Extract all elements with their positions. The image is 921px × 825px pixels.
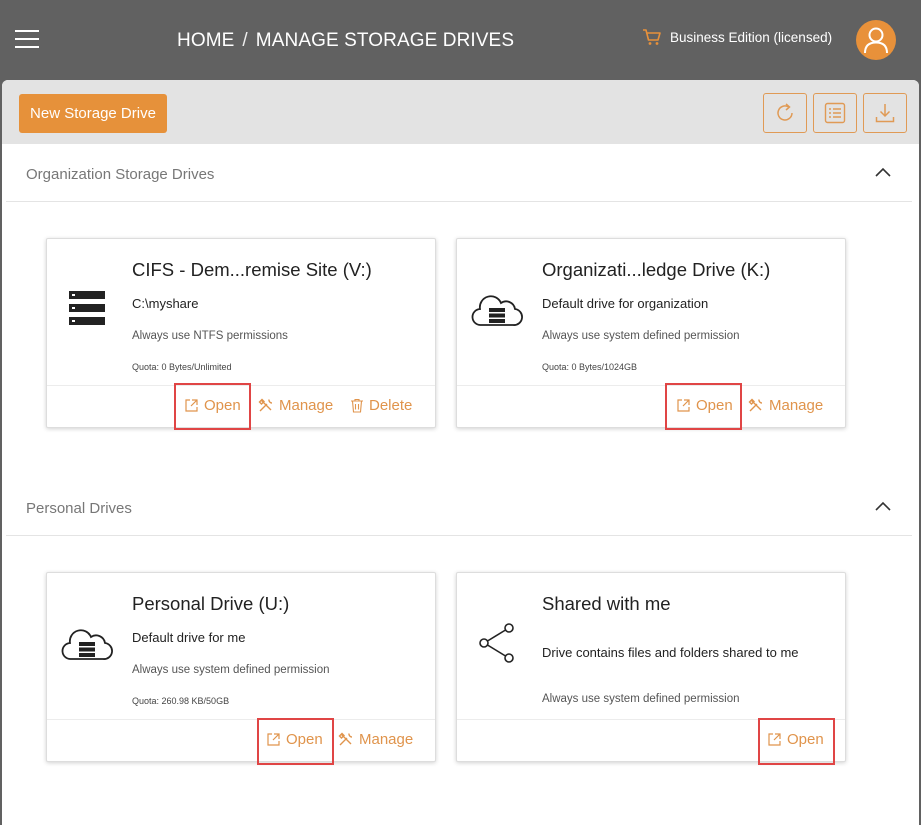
refresh-icon: [777, 103, 793, 121]
open-label: Open: [787, 731, 824, 748]
cart-icon: [643, 29, 661, 45]
drive-title: CIFS - Dem...remise Site (V:): [132, 259, 372, 280]
manage-button[interactable]: Manage: [748, 397, 823, 414]
download-icon: [875, 104, 895, 123]
open-button[interactable]: Open: [676, 397, 733, 414]
open-external-icon: [185, 399, 198, 412]
drive-description: Default drive for me: [132, 630, 246, 645]
breadcrumb: HOME / MANAGE STORAGE DRIVES: [177, 30, 514, 52]
refresh-button[interactable]: [763, 93, 807, 133]
breadcrumb-current: MANAGE STORAGE DRIVES: [255, 30, 515, 51]
delete-label: Delete: [369, 397, 413, 414]
download-button[interactable]: [863, 93, 907, 133]
drive-permission: Always use system defined permission: [132, 664, 330, 676]
manage-button[interactable]: Manage: [258, 397, 333, 414]
open-label: Open: [286, 731, 323, 748]
card-actions: Open: [457, 719, 845, 761]
section-header-organization: Organization Storage Drives: [6, 144, 912, 202]
drive-description: Default drive for organization: [542, 296, 709, 311]
cloud-storage-icon: [471, 295, 523, 326]
manage-label: Manage: [769, 397, 824, 414]
content-panel: New Storage Drive Organization Storage D…: [2, 80, 919, 825]
manage-label: Manage: [279, 397, 334, 414]
drive-card-personal[interactable]: Personal Drive (U:) Default drive for me…: [46, 572, 436, 765]
drive-title: Organizati...ledge Drive (K:): [542, 259, 771, 280]
drive-permission: Always use NTFS permissions: [132, 330, 288, 342]
open-button[interactable]: Open: [184, 397, 241, 414]
open-external-icon: [768, 733, 781, 746]
section-title: Organization Storage Drives: [26, 166, 215, 183]
drive-card-shared[interactable]: Shared with me Drive contains files and …: [456, 572, 846, 765]
share-icon: [479, 623, 514, 663]
open-label: Open: [204, 397, 241, 414]
chevron-up-icon[interactable]: [874, 500, 892, 512]
cloud-storage-icon: [61, 629, 113, 660]
open-external-icon: [267, 733, 280, 746]
chevron-up-icon[interactable]: [874, 166, 892, 178]
drive-quota: Quota: 260.98 KB/50GB: [132, 696, 230, 706]
section-header-personal: Personal Drives: [6, 478, 912, 536]
drive-quota: Quota: 0 Bytes/Unlimited: [132, 362, 232, 372]
manage-label: Manage: [359, 731, 414, 748]
open-button[interactable]: Open: [767, 731, 824, 748]
list-view-icon: [824, 102, 846, 124]
drive-permission: Always use system defined permission: [542, 693, 740, 705]
drive-card-cifs[interactable]: CIFS - Dem...remise Site (V:) C:\myshare…: [46, 238, 436, 430]
drive-description: Drive contains files and folders shared …: [542, 645, 799, 660]
card-actions: Open Manage: [47, 719, 435, 761]
open-external-icon: [677, 399, 690, 412]
tools-icon: [338, 732, 353, 746]
card-actions: Open Manage Delete: [47, 385, 435, 427]
manage-button[interactable]: Manage: [338, 731, 413, 748]
delete-button[interactable]: Delete: [350, 397, 412, 414]
drive-card-organization[interactable]: Organizati...ledge Drive (K:) Default dr…: [456, 238, 846, 430]
card-actions: Open Manage: [457, 385, 845, 427]
edition-badge[interactable]: Business Edition (licensed): [642, 28, 832, 46]
list-view-button[interactable]: [813, 93, 857, 133]
user-icon: [864, 27, 888, 54]
drive-description: C:\myshare: [132, 296, 199, 311]
open-label: Open: [696, 397, 733, 414]
drive-quota: Quota: 0 Bytes/1024GB: [542, 362, 638, 372]
server-icon: [69, 291, 105, 325]
drive-title: Shared with me: [542, 593, 671, 614]
trash-icon: [351, 398, 363, 413]
avatar[interactable]: [856, 20, 896, 60]
drive-title: Personal Drive (U:): [132, 593, 290, 614]
edition-label: Business Edition (licensed): [670, 29, 833, 45]
top-bar: HOME / MANAGE STORAGE DRIVES Business Edit…: [0, 0, 921, 80]
breadcrumb-home[interactable]: HOME: [177, 30, 234, 51]
tools-icon: [258, 398, 273, 412]
section-title: Personal Drives: [26, 500, 132, 517]
new-storage-drive-button[interactable]: New Storage Drive: [19, 94, 167, 133]
open-button[interactable]: Open: [266, 731, 323, 748]
breadcrumb-separator: /: [242, 30, 248, 51]
drive-permission: Always use system defined permission: [542, 330, 740, 342]
toolbar: New Storage Drive: [2, 80, 919, 144]
menu-icon[interactable]: [15, 30, 39, 48]
tools-icon: [748, 398, 763, 412]
